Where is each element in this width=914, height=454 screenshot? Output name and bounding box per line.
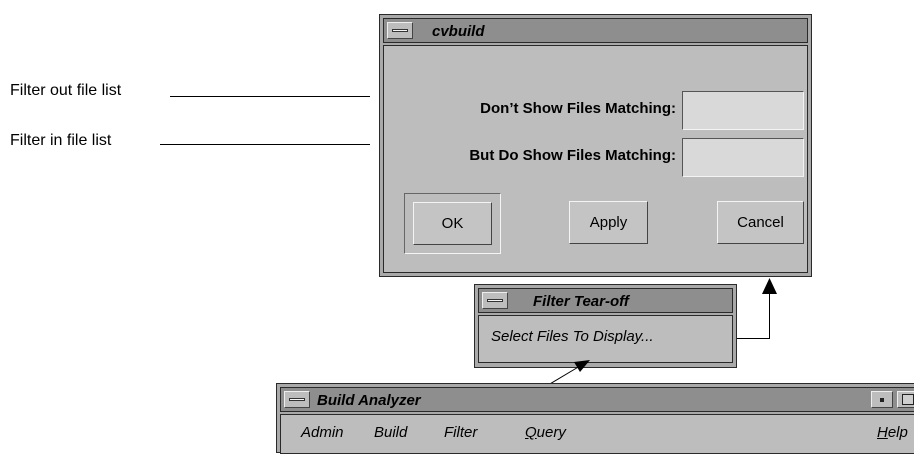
cvbuild-content: Don’t Show Files Matching: But Do Show F… <box>383 45 808 273</box>
cvbuild-dialog: cvbuild Don’t Show Files Matching: But D… <box>379 14 812 277</box>
callout-filter-in: Filter in file list <box>10 132 112 149</box>
cvbuild-title: cvbuild <box>432 23 485 40</box>
arrowhead-up-icon <box>762 278 777 294</box>
tearoff-title: Filter Tear-off <box>533 293 629 310</box>
menu-help[interactable]: Help <box>877 424 908 441</box>
connector-horizontal <box>737 338 770 339</box>
cancel-button[interactable]: Cancel <box>717 201 804 244</box>
menu-query-mnemonic: Q <box>525 424 537 441</box>
menu-build[interactable]: Build <box>374 424 407 441</box>
build-analyzer-title: Build Analyzer <box>317 392 421 409</box>
minimize-icon[interactable] <box>871 391 893 408</box>
leader-line-filter-out <box>170 96 370 97</box>
menu-help-rest: elp <box>887 424 908 441</box>
filter-tearoff-window: Filter Tear-off Select Files To Display.… <box>474 284 737 368</box>
window-menu-icon[interactable] <box>482 292 508 309</box>
apply-button[interactable]: Apply <box>569 201 648 244</box>
build-analyzer-window: Build Analyzer Admin Build Filter Query … <box>276 383 914 454</box>
ok-button-default-ring: OK <box>404 193 501 254</box>
menu-query[interactable]: Query <box>525 424 566 441</box>
window-menu-icon[interactable] <box>284 391 310 408</box>
maximize-icon[interactable] <box>897 391 914 408</box>
arrowhead-icon <box>574 360 590 372</box>
do-show-input[interactable] <box>682 138 804 177</box>
menu-query-rest: uery <box>536 424 566 441</box>
dont-show-label: Don’t Show Files Matching: <box>480 100 676 117</box>
window-menu-icon[interactable] <box>387 22 413 39</box>
menu-filter[interactable]: Filter <box>444 424 477 441</box>
select-files-menu-item[interactable]: Select Files To Display... <box>491 328 654 345</box>
dont-show-input[interactable] <box>682 91 804 130</box>
cvbuild-titlebar[interactable]: cvbuild <box>383 18 808 43</box>
do-show-label: But Do Show Files Matching: <box>469 147 676 164</box>
callout-filter-out: Filter out file list <box>10 82 122 99</box>
build-analyzer-menubar: Admin Build Filter Query Help <box>280 414 914 454</box>
tearoff-menu-panel: Select Files To Display... <box>478 315 733 363</box>
menu-help-mnemonic: H <box>877 424 888 441</box>
leader-line-filter-in <box>160 144 370 145</box>
ok-button[interactable]: OK <box>413 202 492 245</box>
build-analyzer-titlebar[interactable]: Build Analyzer <box>280 387 914 412</box>
menu-admin[interactable]: Admin <box>301 424 344 441</box>
tearoff-titlebar[interactable]: Filter Tear-off <box>478 288 733 313</box>
connector-vertical <box>769 290 770 339</box>
